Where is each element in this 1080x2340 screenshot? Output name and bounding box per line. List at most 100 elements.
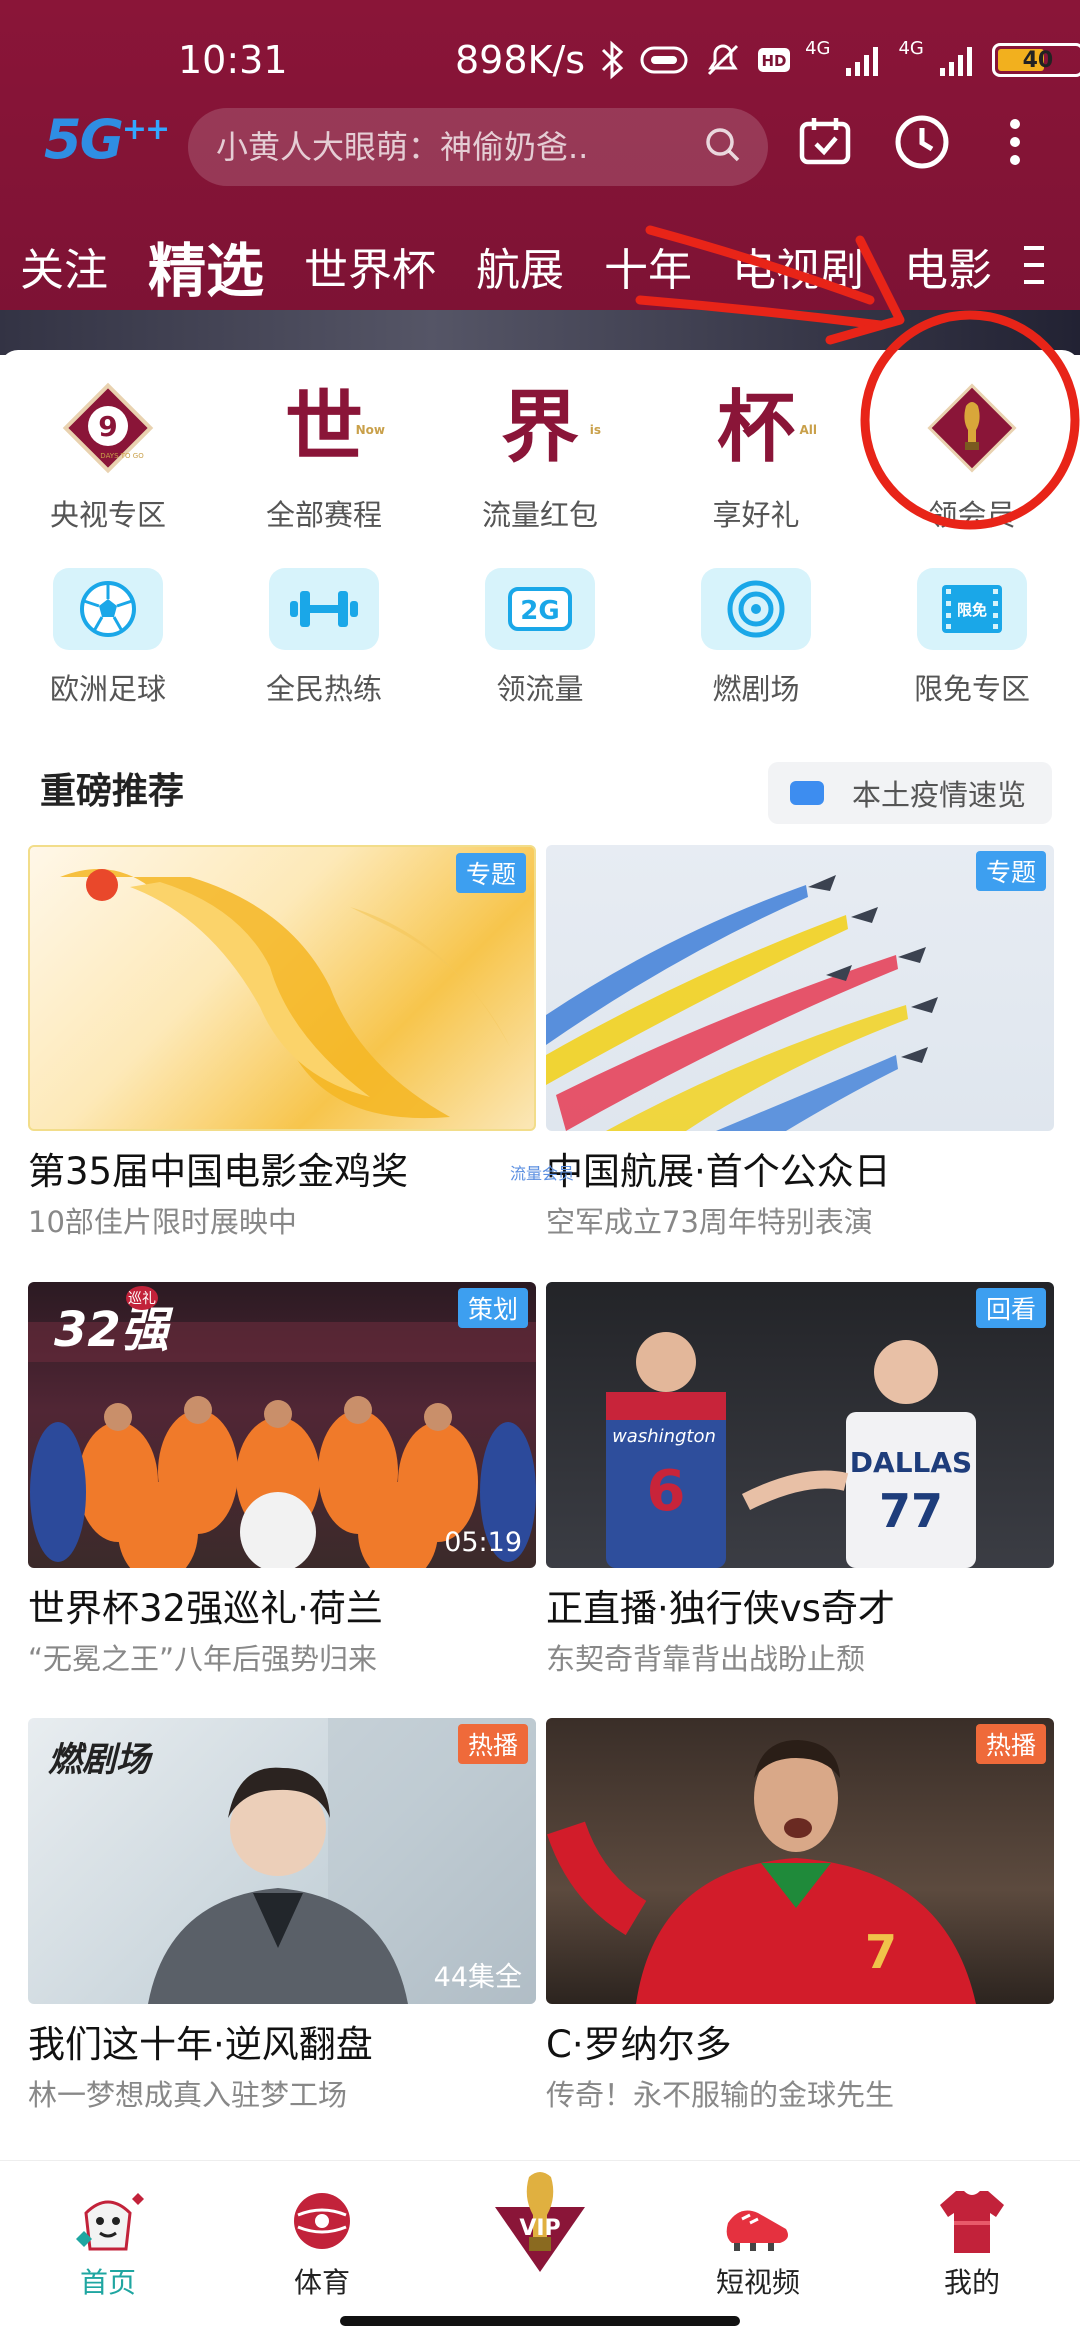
service-data[interactable]: 2G 领流量 bbox=[432, 568, 648, 708]
mascot-home-icon bbox=[76, 2193, 144, 2251]
film-free-icon: 限免 bbox=[917, 568, 1027, 650]
svg-text:HD: HD bbox=[762, 52, 787, 70]
card-duration: 44集全 bbox=[433, 1962, 522, 1993]
banner-peek[interactable] bbox=[0, 310, 1080, 355]
world-cup-emblem-icon bbox=[924, 380, 1020, 476]
service-fitness[interactable]: 全民热练 bbox=[216, 568, 432, 708]
svg-text:限免: 限免 bbox=[957, 601, 987, 619]
nav-label: 首页 bbox=[79, 2266, 136, 2299]
quick-entry-schedule[interactable]: 世 Now 全部赛程 bbox=[216, 380, 432, 534]
tab-follow[interactable]: 关注 bbox=[20, 234, 108, 298]
category-tabs: 关注 精选 世界杯 航展 十年 电视剧 电影 bbox=[0, 222, 1080, 310]
mute-icon bbox=[708, 44, 739, 76]
card-subtitle: 空军成立73周年特别表演 bbox=[546, 1205, 873, 1239]
service-label: 限免专区 bbox=[913, 672, 1030, 706]
signal-icon-2 bbox=[939, 47, 972, 76]
history-clock-icon[interactable] bbox=[892, 112, 952, 172]
svg-text:7: 7 bbox=[865, 1925, 897, 1979]
card-badge: 热播 bbox=[457, 1724, 528, 1764]
service-label: 领流量 bbox=[496, 672, 584, 706]
tab-featured[interactable]: 精选 bbox=[148, 224, 264, 308]
section-title: 重磅推荐 bbox=[40, 771, 185, 812]
tab-movies[interactable]: 电影 bbox=[904, 234, 992, 298]
card-badge: 专题 bbox=[975, 851, 1046, 891]
recommend-card[interactable]: 32强 巡礼 策划 05:19 世界杯32强巡礼·荷兰 “无冕之王”八年后强势归… bbox=[28, 1282, 536, 1678]
calendar-icon[interactable] bbox=[796, 112, 856, 172]
card-thumbnail: 专题 bbox=[28, 845, 536, 1131]
covid-overview-label: 本土疫情速览 bbox=[852, 778, 1027, 812]
card-overlay-text: 燃剧场 bbox=[48, 1740, 150, 1780]
football-boot-icon bbox=[726, 2210, 788, 2251]
covid-overview-button[interactable]: 本土疫情速览 bbox=[768, 762, 1052, 824]
status-icons: 898K/s HD 4G 4G 40 bbox=[455, 38, 1080, 82]
net-type-2: 4G bbox=[898, 37, 924, 59]
svg-text:DALLAS: DALLAS bbox=[850, 1446, 972, 1479]
main-content: 9 DAYS TO GO 央视专区 世 Now 全部赛程 界 is 流量红包 杯 All… bbox=[0, 350, 1080, 2160]
tab-menu-icon[interactable] bbox=[1016, 240, 1052, 290]
card-badge: 回看 bbox=[975, 1288, 1046, 1328]
nav-home[interactable]: 首页 bbox=[38, 2183, 178, 2301]
tab-tv-series[interactable]: 电视剧 bbox=[732, 234, 864, 298]
nav-short-video[interactable]: 短视频 bbox=[688, 2183, 828, 2301]
card-badge: 策划 bbox=[457, 1288, 528, 1328]
tab-world-cup[interactable]: 世界杯 bbox=[304, 234, 436, 298]
home-indicator[interactable] bbox=[340, 2316, 740, 2326]
search-placeholder: 小黄人大眼萌：神偷奶爸.. bbox=[216, 128, 589, 166]
jie-char-icon: 界 is bbox=[500, 383, 601, 473]
link-icon bbox=[640, 46, 688, 74]
card-title: 中国航展·首个公众日 bbox=[546, 1150, 891, 1193]
search-icon[interactable] bbox=[704, 126, 742, 164]
nav-vip[interactable]: VIP bbox=[470, 2167, 610, 2277]
service-label: 欧洲足球 bbox=[49, 672, 166, 706]
target-icon bbox=[701, 568, 811, 650]
quick-entry-label: 流量红包 bbox=[481, 498, 598, 532]
recommend-card[interactable]: washington 6 DALLAS 77 回看 正直播·独行侠vs奇才 东契… bbox=[546, 1282, 1054, 1678]
quick-entry-membership[interactable]: 领会员 bbox=[864, 380, 1080, 534]
service-grid: 欧洲足球 全民热练 2G 领流量 燃剧场 限免 限免专区 bbox=[0, 568, 1080, 708]
more-menu-icon[interactable] bbox=[990, 112, 1040, 172]
recommend-card[interactable]: 专题 中国航展·首个公众日 空军成立73周年特别表演 bbox=[546, 845, 1054, 1241]
card-badge: 热播 bbox=[975, 1724, 1046, 1764]
quick-entry-gifts[interactable]: 杯 All 享好礼 bbox=[648, 380, 864, 534]
card-title: 我们这十年·逆风翻盘 bbox=[28, 2023, 373, 2066]
tab-airshow[interactable]: 航展 bbox=[476, 234, 564, 298]
app-header: 10:31 898K/s HD 4G 4G 40 5G++ 小黄人大眼萌：神偷奶… bbox=[0, 0, 1080, 355]
service-free-zone[interactable]: 限免 限免专区 bbox=[864, 568, 1080, 708]
svg-text:washington: washington bbox=[612, 1426, 716, 1447]
card-title: C·罗纳尔多 bbox=[546, 2023, 732, 2066]
card-thumbnail: washington 6 DALLAS 77 回看 bbox=[546, 1282, 1054, 1568]
nav-profile[interactable]: 我的 bbox=[902, 2183, 1042, 2301]
status-speed: 898K/s bbox=[455, 38, 586, 82]
recommend-card[interactable]: 燃剧场 热播 44集全 我们这十年·逆风翻盘 林一梦想成真入驻梦工场 bbox=[28, 1718, 536, 2114]
quick-entry-cctv[interactable]: 9 DAYS TO GO 央视专区 bbox=[0, 380, 216, 534]
card-duration: 05:19 bbox=[444, 1527, 522, 1558]
chat-dots-icon bbox=[790, 781, 824, 805]
sport-ball-icon bbox=[294, 2193, 350, 2249]
service-label: 燃剧场 bbox=[712, 672, 800, 706]
card-subtitle: 10部佳片限时展映中 bbox=[28, 1205, 297, 1239]
card-title: 世界杯32强巡礼·荷兰 bbox=[28, 1587, 383, 1630]
quick-entry-label: 领会员 bbox=[928, 498, 1016, 532]
recommend-card[interactable]: 7 热播 C·罗纳尔多 传奇！永不服输的金球先生 bbox=[546, 1718, 1054, 2114]
card-subtitle: 林一梦想成真入驻梦工场 bbox=[28, 2078, 348, 2112]
service-theater[interactable]: 燃剧场 bbox=[648, 568, 864, 708]
card-subtitle: 东契奇背靠背出战盼止颓 bbox=[546, 1642, 866, 1676]
svg-text:6: 6 bbox=[647, 1459, 686, 1524]
tab-decade[interactable]: 十年 bbox=[604, 234, 692, 298]
quick-entry-red-packet[interactable]: 界 is 流量红包 bbox=[432, 380, 648, 534]
card-badge: 专题 bbox=[455, 853, 526, 893]
shi-char-icon: 世 Now bbox=[284, 383, 385, 473]
5g-logo[interactable]: 5G++ bbox=[44, 108, 170, 171]
quick-entry-label: 央视专区 bbox=[49, 498, 166, 532]
nav-sports[interactable]: 体育 bbox=[252, 2183, 392, 2301]
search-bar[interactable]: 小黄人大眼萌：神偷奶爸.. bbox=[188, 108, 768, 186]
service-euro-football[interactable]: 欧洲足球 bbox=[0, 568, 216, 708]
svg-text:77: 77 bbox=[879, 1484, 943, 1538]
battery-icon: 40 bbox=[991, 43, 1080, 77]
recommend-card[interactable]: 专题 第35届中国电影金鸡奖 10部佳片限时展映中 bbox=[28, 845, 536, 1241]
watermark-text: 流量会员 bbox=[510, 1164, 575, 1183]
card-subtitle: 传奇！永不服输的金球先生 bbox=[546, 2078, 895, 2112]
quick-entry-label: 享好礼 bbox=[712, 498, 800, 532]
bottom-navigation: 首页 体育 VIP 短视频 我的 bbox=[0, 2160, 1080, 2340]
svg-text:2G: 2G bbox=[520, 596, 559, 626]
